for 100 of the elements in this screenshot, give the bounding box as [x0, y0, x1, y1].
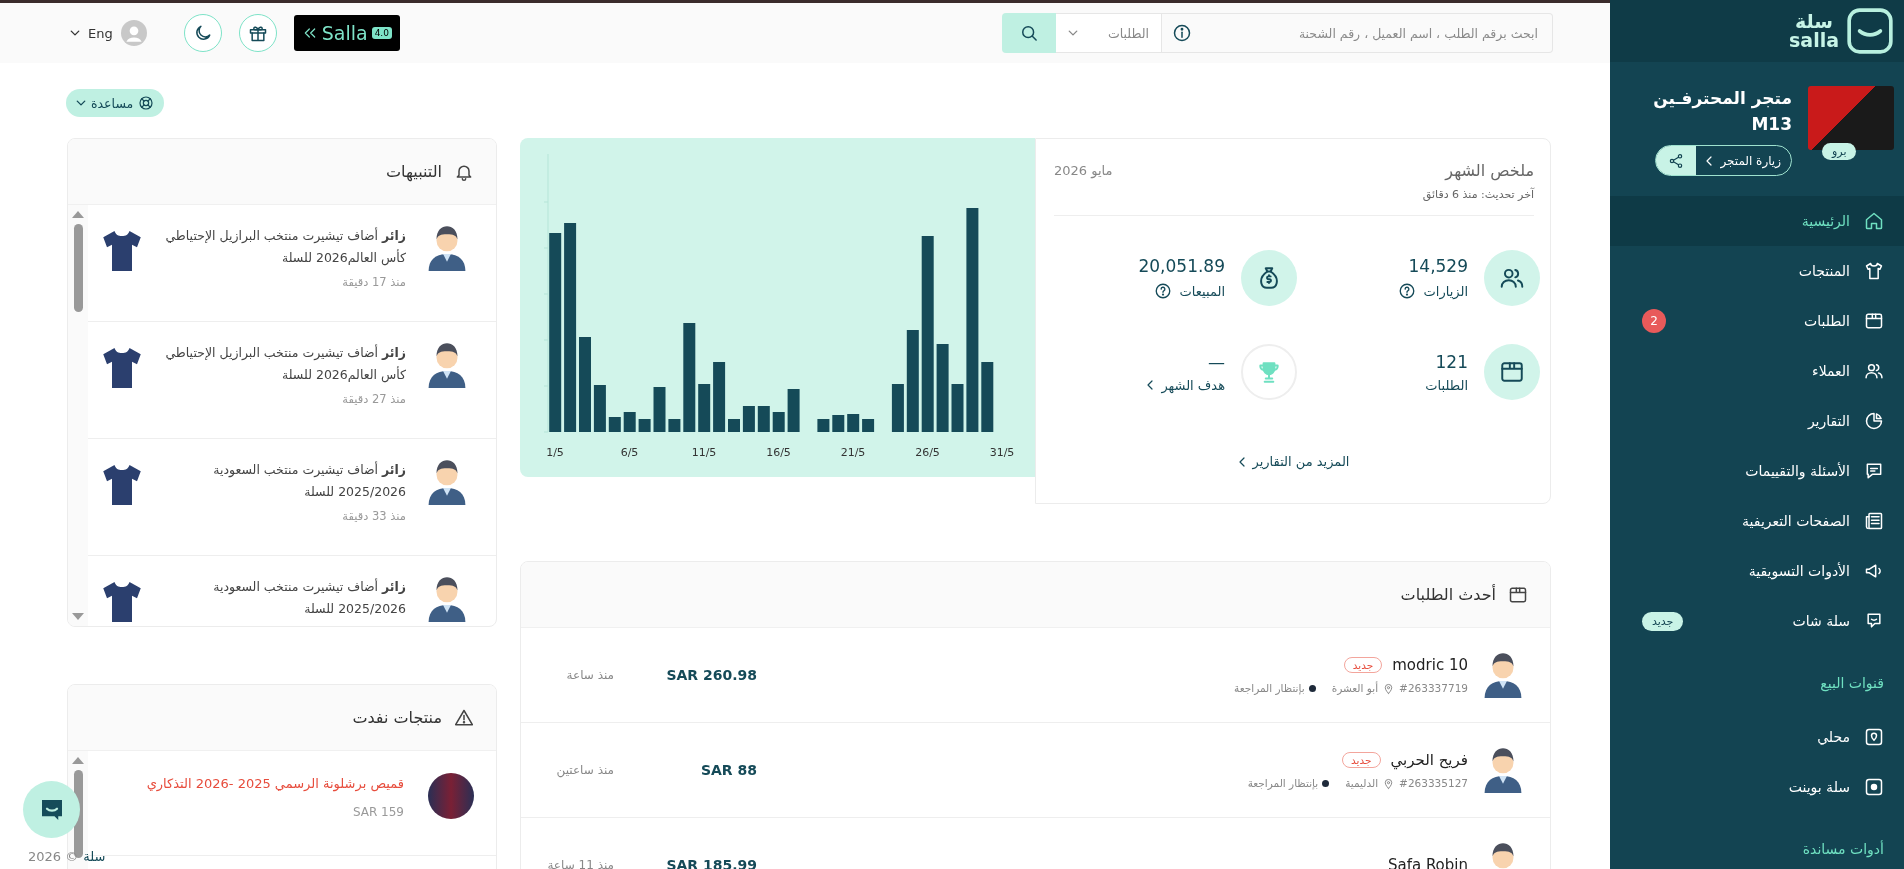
- section-title: أدوات مساندة: [1801, 839, 1885, 860]
- axis-label: 31/5: [989, 446, 1015, 459]
- chat-button[interactable]: [23, 781, 80, 838]
- scrollbar[interactable]: [68, 205, 88, 626]
- card-title: التنبيهات: [386, 162, 442, 181]
- plan-badge: برو: [1822, 143, 1857, 160]
- axis-label: 16/5: [766, 446, 791, 459]
- customer-name: فريح الحربي: [1390, 750, 1468, 769]
- share-button[interactable]: [1656, 146, 1697, 175]
- shirt-icon: [1864, 261, 1884, 281]
- chevron-icon: [1706, 155, 1713, 166]
- avatar-icon: [1484, 652, 1522, 698]
- chat-icon: [1864, 611, 1884, 631]
- nav-item[interactable]: الرئيسية: [1610, 196, 1904, 246]
- shirt-image: [102, 463, 142, 507]
- shirt-image: [102, 580, 142, 624]
- axis-label: 11/5: [691, 446, 717, 459]
- nav-item[interactable]: الأدوات التسويقية: [1610, 546, 1904, 596]
- search-field[interactable]: ابحث برقم الطلب ، اسم العميل ، رقم الشحنة: [1162, 13, 1553, 53]
- help-icon: [1153, 282, 1172, 300]
- visit-store-button[interactable]: زيارة المتجر: [1696, 146, 1791, 175]
- gift-button[interactable]: [238, 14, 277, 52]
- order-amount: SAR 260.98: [665, 667, 757, 683]
- more-reports-link[interactable]: المزيد من التقارير: [1238, 454, 1350, 469]
- notification-item[interactable]: زائر أضاف تيشيرت منتخب البرازيل الإحتياطي كأس العالم2026 للسلة منذ 27 دقيقة: [88, 322, 496, 439]
- period-label: مايو 2026: [1054, 162, 1113, 178]
- nav-item[interactable]: محلي: [1610, 712, 1904, 762]
- chart-bar: [891, 384, 904, 432]
- trophy-icon: [1256, 359, 1282, 385]
- goal-link[interactable]: هدف الشهر: [1147, 377, 1225, 393]
- chart-bar: [951, 384, 964, 432]
- box-icon: [1864, 311, 1884, 331]
- chart-bar: [698, 384, 711, 432]
- nav-item[interactable]: المنتجات: [1610, 246, 1904, 296]
- avatar-icon: [1484, 747, 1522, 793]
- nav-item[interactable]: الأسئلة والتقييمات: [1610, 446, 1904, 496]
- stat-label: الزيارات: [1423, 283, 1468, 299]
- chart-bar: [847, 414, 860, 432]
- notification-item[interactable]: زائر أضاف تيشيرت منتخب البرازيل الإحتياطي كأس العالم2026 للسلة منذ 17 دقيقة: [88, 205, 496, 322]
- search-button[interactable]: [1002, 13, 1056, 53]
- product-price: SAR 159: [351, 805, 404, 820]
- order-amount: SAR 88: [699, 762, 757, 778]
- newspaper-icon: [1864, 511, 1884, 531]
- chart-bar: [742, 406, 755, 432]
- version-number: 4.0: [371, 27, 392, 39]
- avatar-icon: [428, 225, 466, 271]
- chart-bar: [728, 419, 740, 432]
- stat-value: 14,529: [1407, 256, 1468, 276]
- status-dot: [1308, 684, 1316, 692]
- nav-item[interactable]: الصفحات التعريفية: [1610, 496, 1904, 546]
- card-title: ملخص الشهر: [1443, 161, 1534, 180]
- chart-bar: [668, 419, 681, 432]
- nav-item[interactable]: العملاء: [1610, 346, 1904, 396]
- help-button[interactable]: مساعدة: [66, 89, 165, 117]
- notification-time: منذ 17 دقيقة: [341, 274, 406, 289]
- chart-bar: [787, 389, 800, 432]
- axis-label: 26/5: [915, 446, 940, 459]
- comment-icon: [1864, 461, 1884, 481]
- chevron-icon: [1147, 380, 1154, 390]
- people-icon: [1864, 361, 1884, 381]
- update-time: آخر تحديث: منذ 6 دقائق: [1422, 188, 1534, 201]
- order-number: #263335127: [1399, 777, 1468, 789]
- box-icon: [1499, 359, 1525, 385]
- nav-item[interactable]: التقارير: [1610, 396, 1904, 446]
- nav-item[interactable]: سلة شات جديد: [1610, 596, 1904, 646]
- chart-bar: [832, 415, 845, 432]
- version-badge[interactable]: Salla 4.0: [293, 15, 400, 51]
- order-time: منذ ساعتين: [555, 763, 614, 777]
- megaphone-icon: [1864, 561, 1884, 581]
- count-badge: 2: [1642, 309, 1666, 333]
- product-name: قميص برشلونة الرسمي 2025 -2026 التذكاري: [146, 775, 404, 794]
- language-button[interactable]: Eng: [70, 20, 147, 46]
- home-icon: [1864, 211, 1884, 231]
- chart-bar: [757, 406, 770, 432]
- chart-bar: [638, 419, 651, 432]
- avatar-icon: [428, 342, 466, 388]
- version-name: Salla: [321, 22, 368, 44]
- notification-item[interactable]: زائر أضاف تيشيرت منتخب السعودية 2025/2026 للسلة منذ 33 دقيقة: [88, 439, 496, 556]
- help-icon: [1397, 282, 1416, 300]
- order-number: #263337719: [1399, 682, 1468, 694]
- notification-text: زائر أضاف تيشيرت منتخب البرازيل الإحتياطي كأس العالم2026 للسلة: [164, 226, 406, 268]
- nav-item[interactable]: سلة بوينت: [1610, 762, 1904, 812]
- avatar-icon: [428, 576, 466, 622]
- map-pin-icon: [1864, 727, 1884, 747]
- chart-bar: [593, 385, 606, 432]
- stat-label: المبيعات: [1179, 283, 1225, 299]
- shirt-image: [102, 229, 142, 273]
- chart-bar: [713, 362, 726, 432]
- user-avatar-icon: [120, 20, 147, 46]
- share-icon: [1668, 152, 1685, 169]
- notification-item[interactable]: زائر أضاف تيشيرت منتخب السعودية 2025/2026 للسلة: [88, 556, 496, 626]
- axis-label: 1/5: [546, 446, 564, 459]
- notification-text: زائر أضاف تيشيرت منتخب السعودية 2025/2026 للسلة: [212, 577, 406, 618]
- notification-text: زائر أضاف تيشيرت منتخب البرازيل الإحتياطي كأس العالم2026 للسلة: [164, 343, 406, 385]
- scope-dropdown[interactable]: الطلبات: [1056, 13, 1162, 53]
- stat-label: الطلبات: [1425, 377, 1468, 393]
- chevron-down-icon: [1068, 30, 1078, 36]
- section-title: قنوات البيع: [1819, 674, 1885, 694]
- axis-label: 21/5: [840, 446, 866, 459]
- dark-mode-button[interactable]: [183, 14, 222, 52]
